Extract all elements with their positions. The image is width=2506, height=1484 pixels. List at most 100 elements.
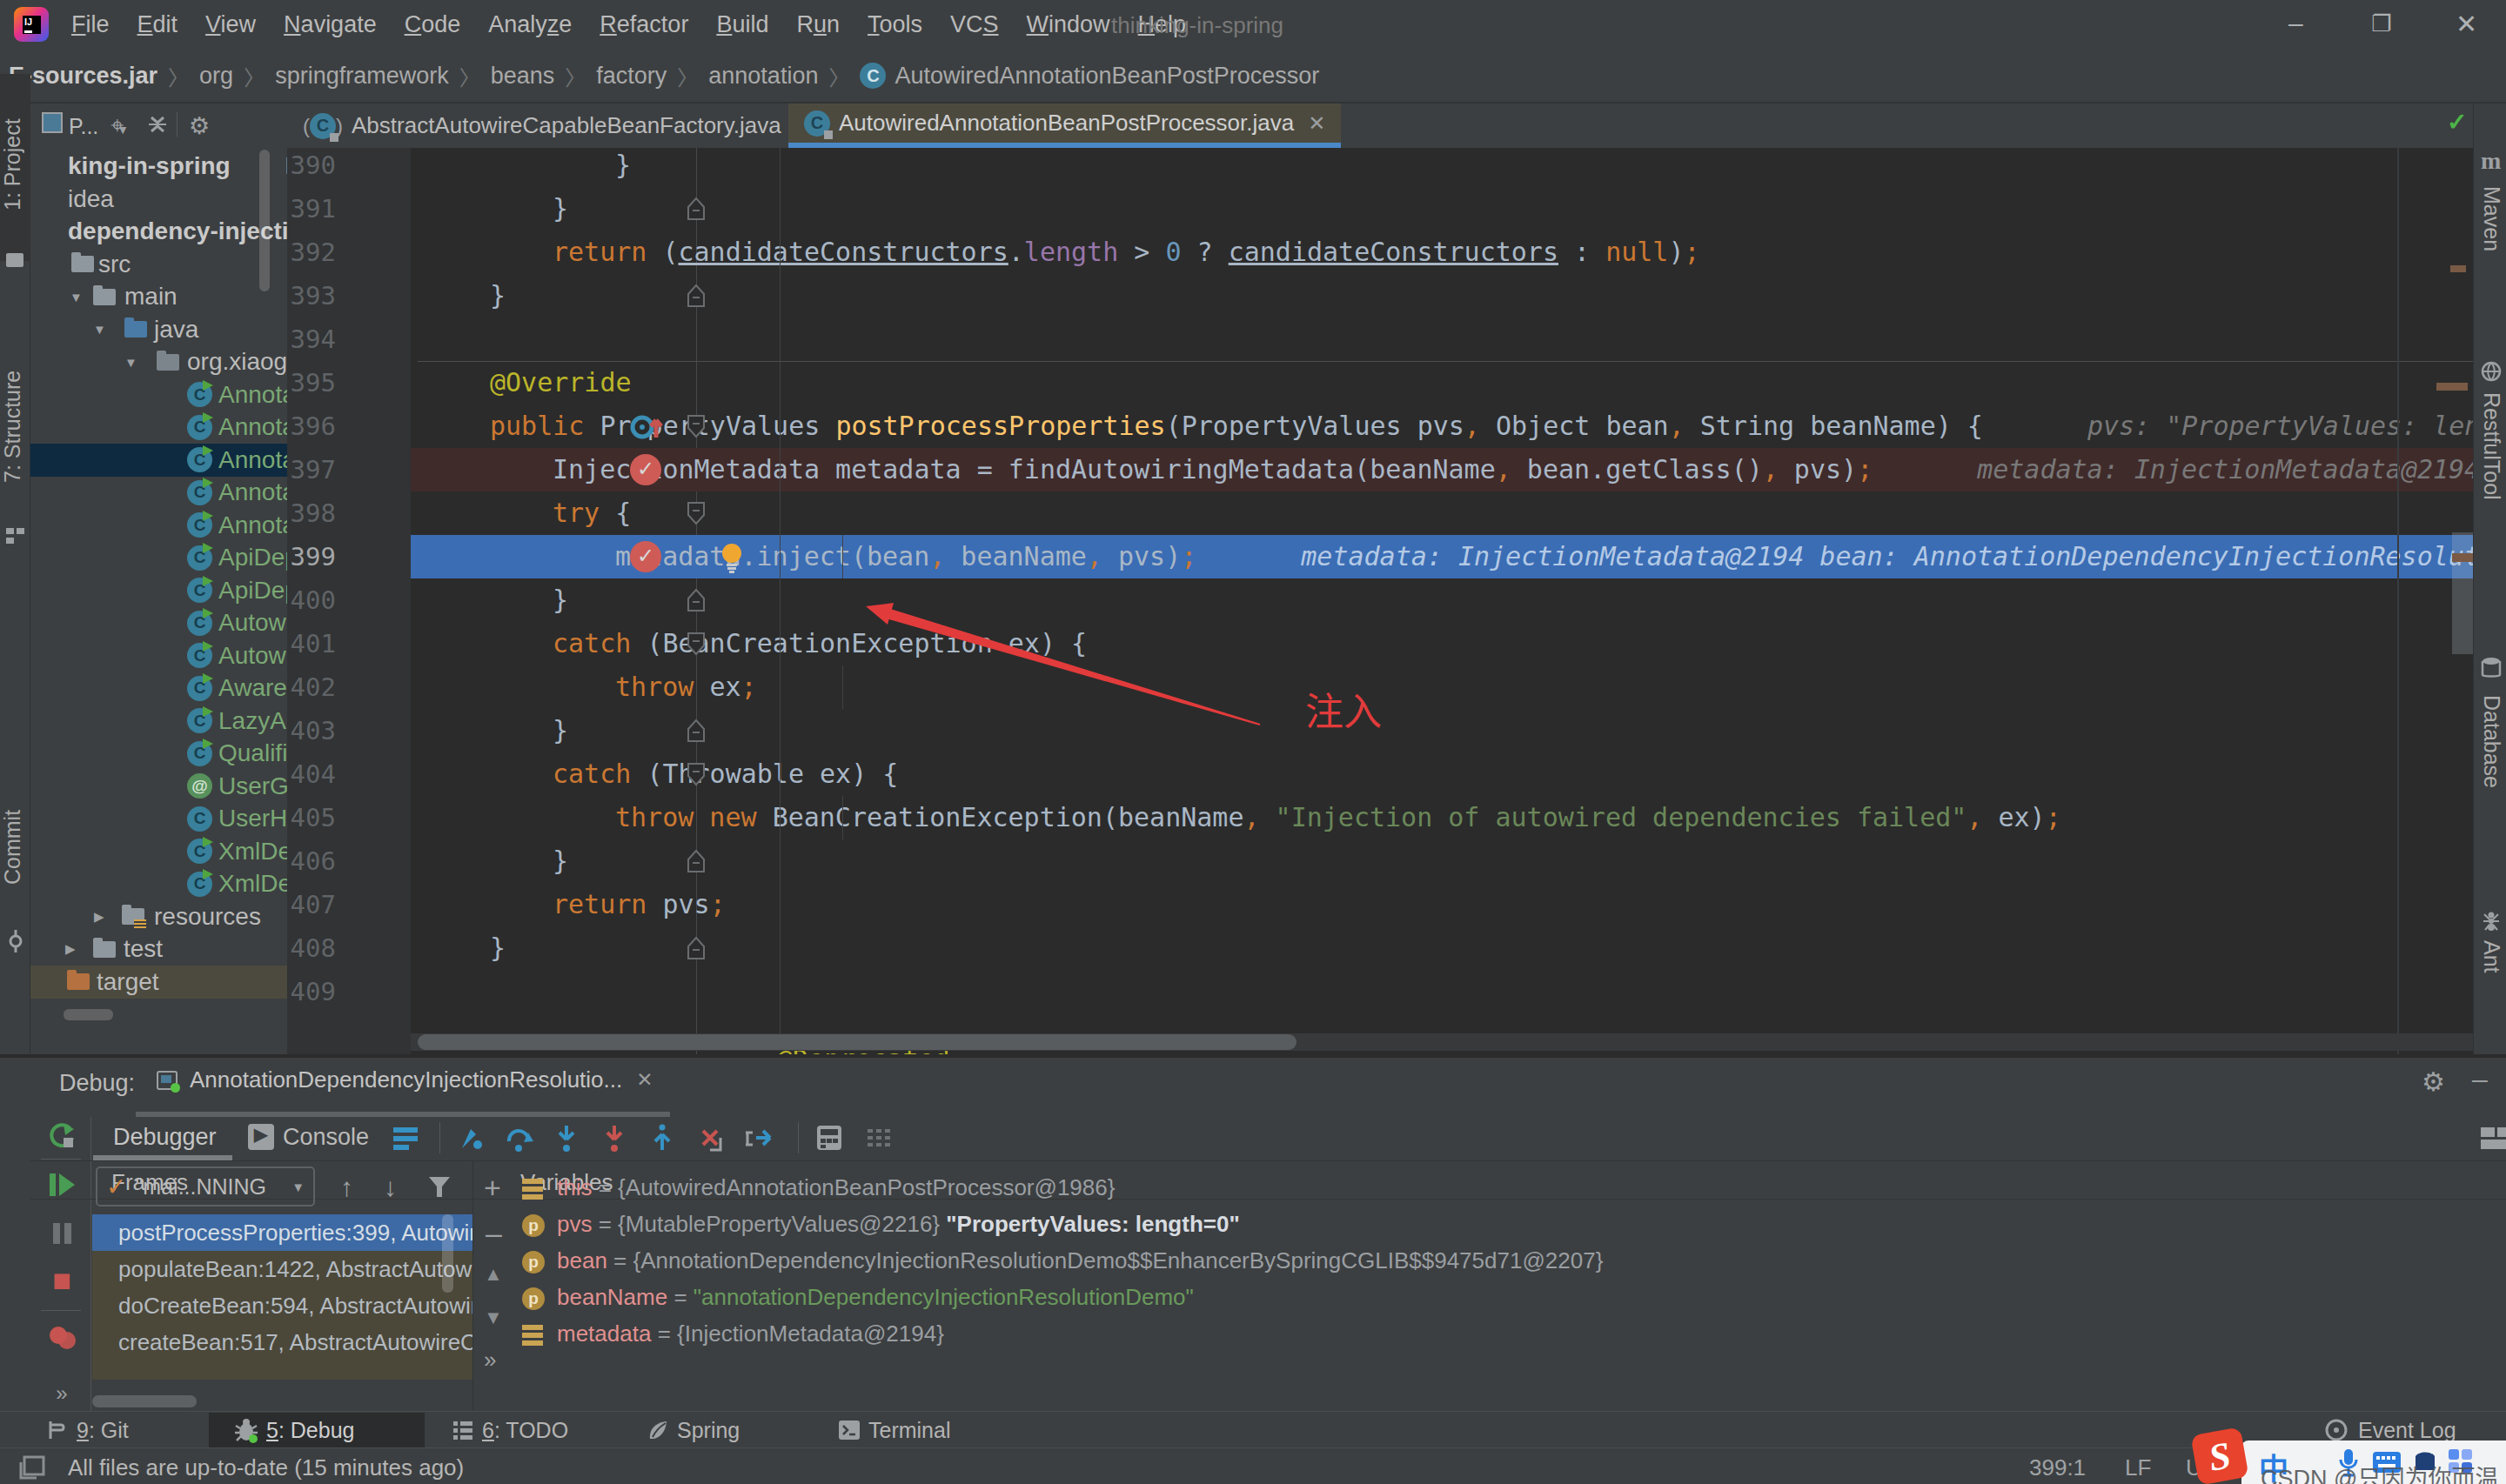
variable-row-beanName[interactable]: ▶pbeanName = "annotationDependencyInject… xyxy=(522,1279,2506,1315)
locate-file-icon[interactable]: ⌖ xyxy=(111,112,124,139)
breadcrumb[interactable]: E-sources.jar〉org〉springframework〉beans〉… xyxy=(9,50,1319,102)
breadcrumb-class[interactable]: AutowiredAnnotationBeanPostProcessor xyxy=(895,63,1319,90)
tree-item-xmldepen[interactable]: CXmlDepen xyxy=(30,835,287,868)
variable-row-this[interactable]: ▶this = {AutowiredAnnotationBeanPostProc… xyxy=(522,1169,2506,1206)
tree-item-idea[interactable]: idea xyxy=(30,183,287,216)
menu-build[interactable]: Build xyxy=(702,11,782,38)
frame-row[interactable]: doCreateBean:594, AbstractAutowireCapabl… xyxy=(92,1287,472,1324)
tree-item-src[interactable]: src xyxy=(30,248,287,281)
menu-file[interactable]: File xyxy=(57,11,124,38)
stripe-project[interactable]: 1: Project xyxy=(0,82,30,247)
variable-row-metadata[interactable]: ▶metadata = {InjectionMetadata@2194} xyxy=(522,1315,2506,1352)
tab-debugger[interactable]: Debugger xyxy=(113,1124,217,1151)
menu-view[interactable]: View xyxy=(191,11,270,38)
variable-row-pvs[interactable]: ▶ppvs = {MutablePropertyValues@2216} "Pr… xyxy=(522,1206,2506,1242)
layout-settings-icon[interactable] xyxy=(2479,1124,2506,1157)
frame-up-icon[interactable]: ↑ xyxy=(340,1173,353,1202)
menu-window[interactable]: Window xyxy=(1013,11,1124,38)
tree-item-org-xiaoge-th[interactable]: ▼org.xiaoge.th xyxy=(30,345,287,378)
menu-edit[interactable]: Edit xyxy=(124,11,192,38)
tree-item-target[interactable]: target xyxy=(30,966,287,999)
tree-item-lazyanno[interactable]: CLazyAnno xyxy=(30,705,287,738)
restore-button[interactable]: ❐ xyxy=(2371,10,2391,37)
tree-item-test[interactable]: ▶test xyxy=(30,933,287,966)
breadcrumb-item[interactable]: org xyxy=(199,63,233,90)
tree-item-xmldepen[interactable]: CXmlDepen xyxy=(30,867,287,900)
tree-item-apidepen[interactable]: CApiDepen xyxy=(30,541,287,574)
frames-vscrollbar[interactable] xyxy=(442,1214,453,1293)
show-execution-point-icon[interactable] xyxy=(457,1124,486,1157)
menu-refactor[interactable]: Refactor xyxy=(586,11,702,38)
tree-arrow-icon[interactable]: ▼ xyxy=(124,355,137,370)
collapse-all-icon[interactable] xyxy=(145,110,170,142)
breadcrumb-item[interactable]: factory xyxy=(596,63,667,90)
more-icon[interactable]: » xyxy=(46,1378,77,1409)
scrollbar-horizontal[interactable] xyxy=(64,1009,113,1020)
move-down-icon[interactable]: ▼ xyxy=(484,1307,503,1329)
toolwindow-spring[interactable]: Spring xyxy=(646,1412,740,1448)
close-icon[interactable]: ✕ xyxy=(1308,111,1325,136)
close-icon[interactable]: ✕ xyxy=(636,1068,653,1092)
menu-run[interactable]: Run xyxy=(782,11,854,38)
toolwindow-todo[interactable]: 6: TODO xyxy=(451,1412,568,1448)
code-editor[interactable]: }}return (candidateConstructors.length >… xyxy=(287,148,2473,1054)
tree-item-java[interactable]: ▼java xyxy=(30,313,287,346)
line-ending[interactable]: LF xyxy=(2125,1454,2151,1481)
step-into-icon[interactable] xyxy=(553,1124,582,1157)
close-button[interactable]: ✕ xyxy=(2456,9,2477,39)
tree-item-usergrou[interactable]: @UserGrou xyxy=(30,770,287,803)
tab-abstract-autowire[interactable]: (C) AbstractAutowireCapableBeanFactory.j… xyxy=(287,104,828,148)
more-icon[interactable]: » xyxy=(484,1347,496,1374)
frame-down-icon[interactable]: ↓ xyxy=(384,1173,397,1202)
caret-position[interactable]: 399:1 xyxy=(2029,1454,2086,1481)
debug-session-tab[interactable]: AnnotationDependencyInjectionResolutio..… xyxy=(157,1066,653,1093)
tree-item-main[interactable]: ▼main xyxy=(30,280,287,313)
force-step-into-icon[interactable] xyxy=(600,1124,630,1157)
tab-console[interactable]: Console xyxy=(283,1124,369,1151)
filter-icon[interactable] xyxy=(426,1174,452,1204)
tree-item-annotation[interactable]: CAnnotation xyxy=(30,378,287,411)
tree-item-resources[interactable]: ▶resources xyxy=(30,900,287,933)
tree-arrow-icon[interactable]: ▼ xyxy=(93,322,106,337)
toolwindow-debug[interactable]: 5: Debug xyxy=(233,1412,354,1448)
tree-arrow-icon[interactable]: ▼ xyxy=(70,290,83,304)
gear-icon[interactable]: ⚙ xyxy=(2422,1066,2445,1097)
tree-item-annotation[interactable]: CAnnotation xyxy=(30,444,287,477)
stripe-ant[interactable]: Ant xyxy=(2479,940,2504,973)
tab-autowired-annotation[interactable]: C AutowiredAnnotationBeanPostProcessor.j… xyxy=(788,104,1341,148)
inspection-ok-icon[interactable]: ✓ xyxy=(2447,108,2467,137)
breadcrumb-item[interactable]: springframework xyxy=(275,63,449,90)
variable-row-bean[interactable]: ▶pbean = {AnnotationDependencyInjectionR… xyxy=(522,1242,2506,1279)
settings-filter-icon[interactable] xyxy=(864,1124,894,1155)
tree-item-awareint[interactable]: CAwareInt xyxy=(30,672,287,705)
move-up-icon[interactable]: ▲ xyxy=(484,1263,503,1286)
tree-arrow-icon[interactable]: ▶ xyxy=(94,909,104,925)
minimize-button[interactable]: – xyxy=(2288,9,2303,38)
tree-item-qualifier[interactable]: CQualifier xyxy=(30,737,287,770)
hide-panel-icon[interactable]: – xyxy=(2472,1063,2488,1095)
stripe-structure[interactable]: 7: Structure xyxy=(0,335,30,518)
resume-icon[interactable] xyxy=(46,1169,77,1200)
menu-navigate[interactable]: Navigate xyxy=(270,11,391,38)
remove-watch-icon[interactable]: – xyxy=(486,1216,502,1250)
thread-select[interactable]: ✓ "mai...NNING ▼ xyxy=(96,1166,315,1207)
step-over-icon[interactable] xyxy=(505,1124,534,1157)
stripe-maven[interactable]: Maven xyxy=(2479,186,2504,251)
tree-arrow-icon[interactable]: ▶ xyxy=(65,941,76,957)
tree-item-autowirin[interactable]: CAutowirin xyxy=(30,639,287,672)
tree-item-annotation[interactable]: CAnnotation xyxy=(30,509,287,542)
intellij-logo[interactable]: IJ xyxy=(14,7,49,42)
frames-hscrollbar[interactable] xyxy=(92,1395,197,1407)
frame-row[interactable]: postProcessProperties:399, AutowiredAnno… xyxy=(92,1214,472,1251)
breadcrumb-item[interactable]: beans xyxy=(491,63,555,90)
tree-item-king-in-spring[interactable]: king-in-springD:\wor xyxy=(30,150,287,183)
drop-frame-icon[interactable] xyxy=(696,1124,726,1157)
stripe-database[interactable]: Database xyxy=(2479,695,2504,788)
toolwindow-terminal[interactable]: Terminal xyxy=(837,1412,950,1448)
breadcrumb-item[interactable]: annotation xyxy=(708,63,818,90)
toolwindow-toggle-icon[interactable] xyxy=(19,1455,45,1484)
pause-icon[interactable] xyxy=(46,1218,77,1249)
frame-row[interactable] xyxy=(92,1360,472,1380)
step-out-icon[interactable] xyxy=(648,1124,678,1157)
toolwindow-git[interactable]: 9: Git xyxy=(45,1412,129,1448)
